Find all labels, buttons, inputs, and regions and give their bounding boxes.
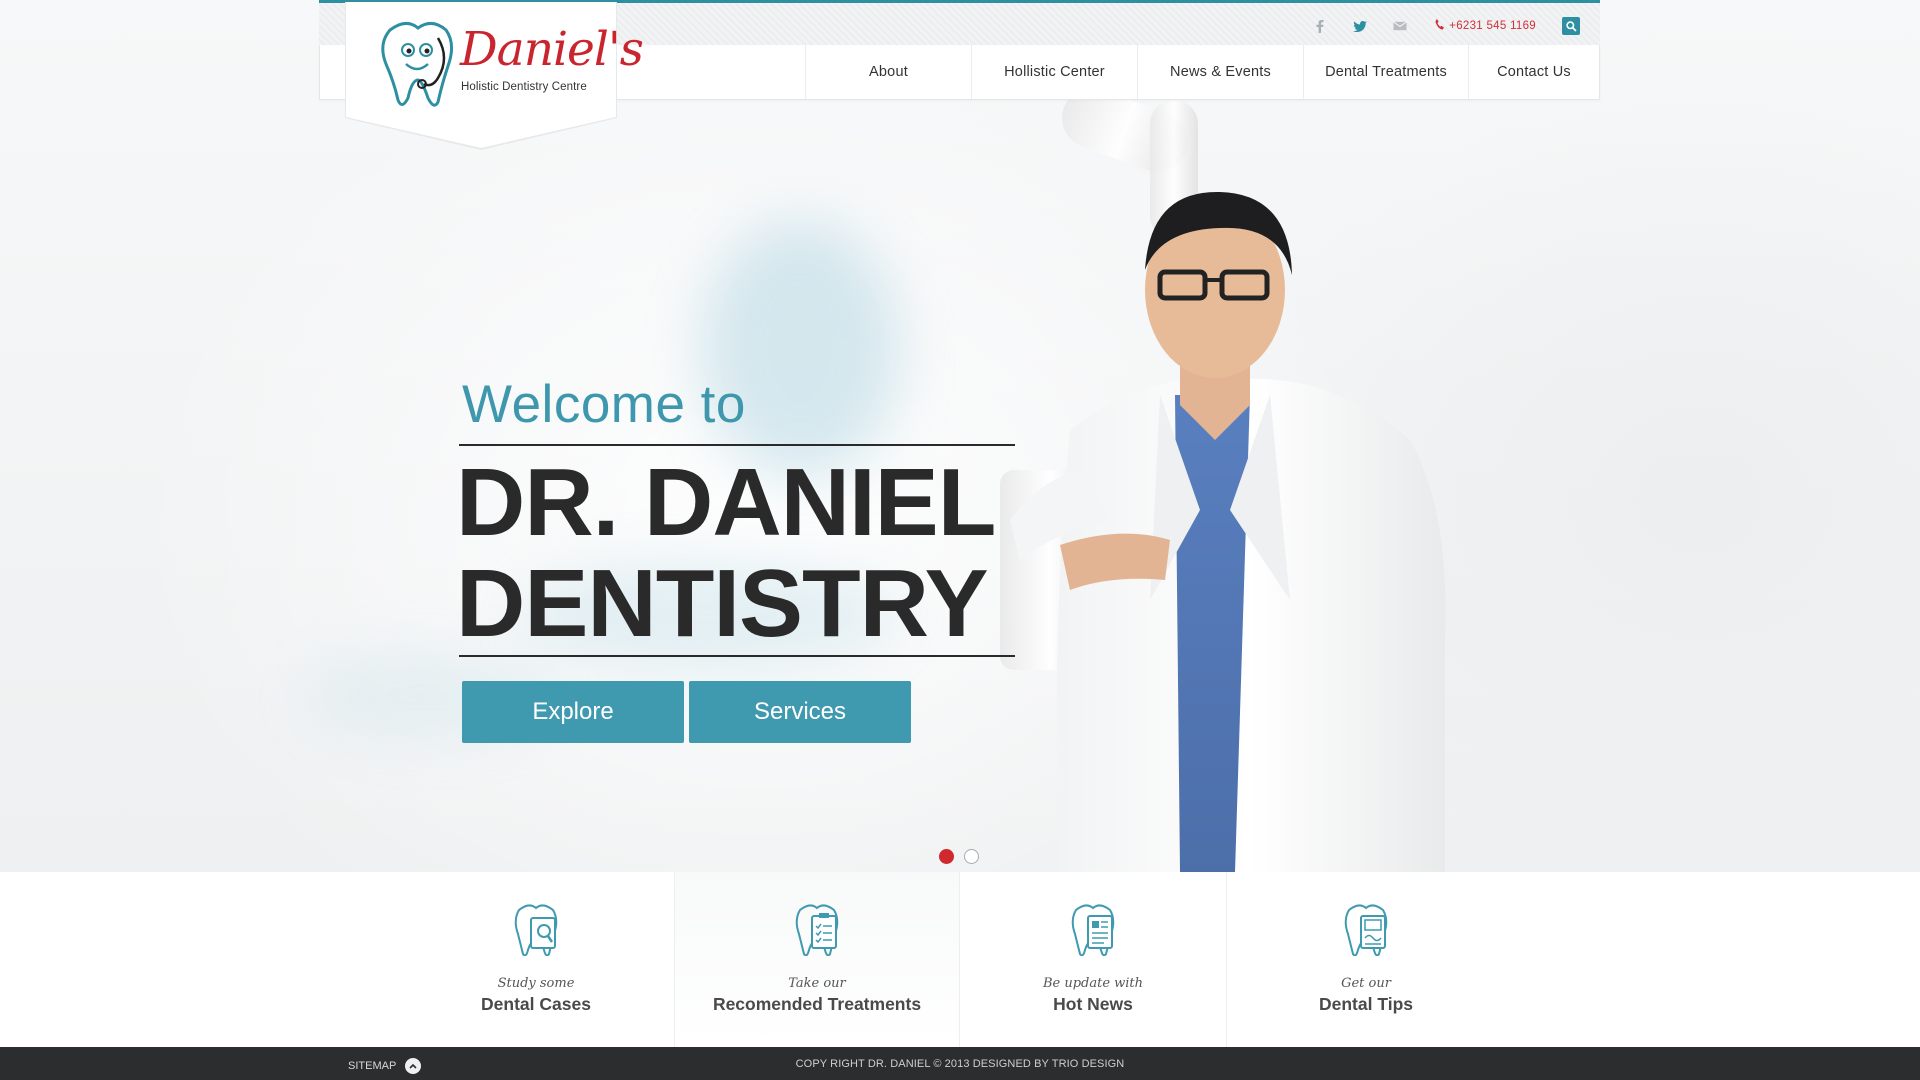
nav-dental-treatments[interactable]: Dental Treatments (1303, 45, 1468, 99)
nav-hollistic-center[interactable]: Hollistic Center (971, 45, 1137, 99)
tooth-clipboard-icon (795, 904, 839, 956)
tooth-tips-icon (1344, 904, 1388, 956)
feature-hot-news[interactable]: Be update with Hot News (960, 872, 1226, 1047)
copyright-text: COPY RIGHT DR. DANIEL © 2013 DESIGNED BY… (795, 1058, 1125, 1070)
feature-dental-tips-subtitle: Get our (1341, 976, 1391, 991)
facebook-icon[interactable] (1313, 19, 1327, 33)
footer: SITEMAP COPY RIGHT DR. DANIEL © 2013 DES… (0, 1047, 1920, 1080)
hero-background (0, 0, 1920, 872)
top-utility-links: +6231 545 1169 (1287, 17, 1580, 35)
slider-dot-1[interactable] (939, 849, 954, 864)
feature-dental-tips-title: Dental Tips (1318, 994, 1413, 1014)
search-icon (1565, 20, 1577, 32)
nav-contact-us[interactable]: Contact Us (1468, 45, 1599, 99)
hero-welcome: Welcome to (462, 375, 746, 434)
hero-divider-bottom (459, 655, 1015, 657)
nav-about[interactable]: About (805, 45, 971, 99)
feature-treatments-subtitle: Take our (788, 976, 846, 991)
feature-dental-tips[interactable]: Get our Dental Tips (1227, 872, 1505, 1047)
phone-link[interactable]: +6231 545 1169 (1435, 19, 1536, 33)
dentist-photo (1010, 191, 1446, 872)
feature-hot-news-subtitle: Be update with (1042, 976, 1144, 991)
slider-dot-2[interactable] (964, 849, 979, 864)
feature-treatments-title: Recomended Treatments (712, 994, 922, 1014)
phone-icon (1435, 19, 1445, 33)
explore-button[interactable]: Explore (462, 681, 684, 743)
feature-strip: Study some Dental Cases Take our Recomen… (0, 872, 1920, 1047)
main-nav: About Hollistic Center News & Events Den… (805, 45, 1599, 99)
nav-news-events[interactable]: News & Events (1137, 45, 1303, 99)
feature-hot-news-title: Hot News (1053, 994, 1133, 1014)
feature-dental-cases[interactable]: Study some Dental Cases (400, 872, 672, 1047)
tooth-magnifier-icon (514, 904, 558, 956)
logo-name: Daniel's (460, 22, 644, 77)
services-button[interactable]: Services (689, 681, 911, 743)
background-blur (700, 220, 900, 480)
hero-title-line2: DENTISTRY (456, 550, 988, 657)
twitter-icon[interactable] (1353, 19, 1368, 33)
feature-dental-cases-title: Dental Cases (481, 994, 591, 1014)
feature-dental-cases-subtitle: Study some (497, 976, 575, 991)
tooth-document-icon (1071, 904, 1115, 956)
feature-recommended-treatments[interactable]: Take our Recomended Treatments (675, 872, 959, 1047)
logo-tagline: Holistic Dentistry Centre (461, 81, 587, 93)
search-button[interactable] (1562, 17, 1580, 35)
hero-title-line1: DR. DANIEL (456, 449, 996, 556)
slider-pagination (939, 849, 979, 864)
hero-divider-top (459, 444, 1015, 446)
mail-icon[interactable] (1393, 19, 1408, 33)
phone-number: +6231 545 1169 (1449, 20, 1536, 32)
tooth-mascot-icon (381, 22, 453, 107)
